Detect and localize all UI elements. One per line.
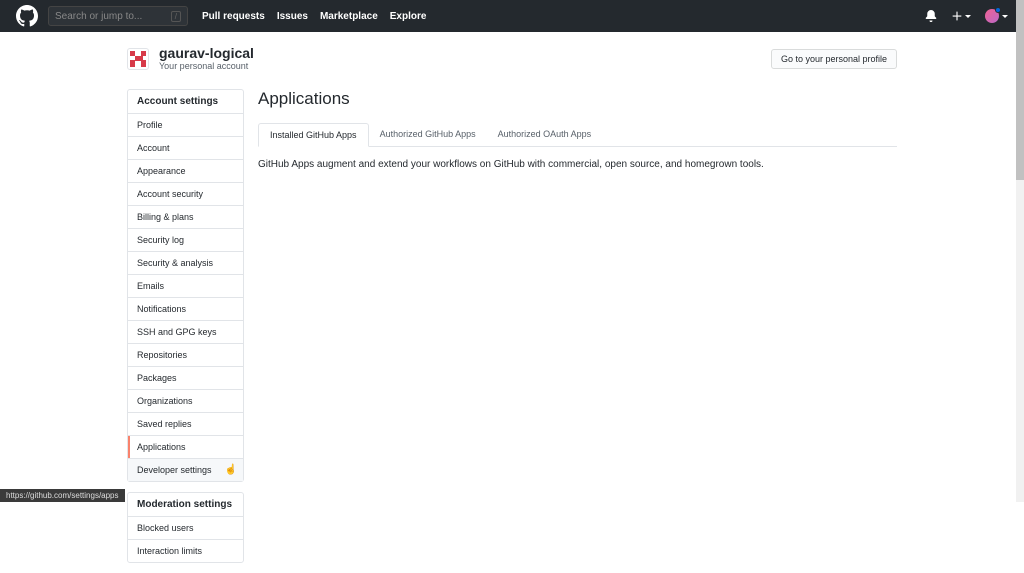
- page-title: Applications: [258, 89, 897, 109]
- main-container: gaurav-logical Your personal account Go …: [127, 32, 897, 573]
- nav-issues[interactable]: Issues: [277, 11, 308, 22]
- profile-info: gaurav-logical Your personal account: [159, 46, 254, 71]
- sidebar-section-account: Account settings Profile Account Appeara…: [127, 89, 244, 482]
- nav-links: Pull requests Issues Marketplace Explore: [202, 11, 426, 22]
- sidebar-header-moderation: Moderation settings: [128, 493, 243, 516]
- notifications-icon[interactable]: [925, 10, 937, 22]
- layout: Account settings Profile Account Appeara…: [127, 89, 897, 573]
- scrollbar-track[interactable]: [1016, 0, 1024, 502]
- sidebar-item-appearance[interactable]: Appearance: [128, 159, 243, 182]
- sidebar-item-security-analysis[interactable]: Security & analysis: [128, 251, 243, 274]
- sidebar-item-developer-settings[interactable]: Developer settings☝: [128, 458, 243, 481]
- username: gaurav-logical: [159, 46, 254, 61]
- create-menu[interactable]: [951, 10, 971, 22]
- nav-explore[interactable]: Explore: [390, 11, 427, 22]
- top-header: / Pull requests Issues Marketplace Explo…: [0, 0, 1024, 32]
- sidebar-item-applications[interactable]: Applications: [128, 435, 243, 458]
- sidebar-item-blocked-users[interactable]: Blocked users: [128, 516, 243, 539]
- identicon-icon: [127, 48, 149, 70]
- tabs: Installed GitHub Apps Authorized GitHub …: [258, 123, 897, 147]
- scrollbar-thumb[interactable]: [1016, 0, 1024, 180]
- github-logo-icon[interactable]: [16, 5, 38, 27]
- sidebar: Account settings Profile Account Appeara…: [127, 89, 244, 573]
- plus-icon: [951, 10, 963, 22]
- sidebar-item-billing[interactable]: Billing & plans: [128, 205, 243, 228]
- sidebar-section-moderation: Moderation settings Blocked users Intera…: [127, 492, 244, 563]
- profile-avatar: [127, 48, 149, 70]
- nav-marketplace[interactable]: Marketplace: [320, 11, 378, 22]
- tab-authorized-apps[interactable]: Authorized GitHub Apps: [369, 123, 487, 146]
- pointer-cursor-icon: ☝: [225, 465, 237, 476]
- tab-installed-apps[interactable]: Installed GitHub Apps: [258, 123, 369, 147]
- description: GitHub Apps augment and extend your work…: [258, 159, 897, 170]
- sidebar-header-account: Account settings: [128, 90, 243, 113]
- sidebar-item-saved-replies[interactable]: Saved replies: [128, 412, 243, 435]
- main-content: Applications Installed GitHub Apps Autho…: [258, 89, 897, 573]
- sidebar-item-packages[interactable]: Packages: [128, 366, 243, 389]
- sidebar-item-profile[interactable]: Profile: [128, 113, 243, 136]
- sidebar-item-notifications[interactable]: Notifications: [128, 297, 243, 320]
- sidebar-item-emails[interactable]: Emails: [128, 274, 243, 297]
- account-type: Your personal account: [159, 61, 254, 71]
- header-right: [925, 9, 1008, 23]
- caret-down-icon: [965, 15, 971, 18]
- user-menu[interactable]: [985, 9, 1008, 23]
- search-slash-hint: /: [171, 11, 181, 22]
- tab-authorized-oauth[interactable]: Authorized OAuth Apps: [487, 123, 603, 146]
- search-box[interactable]: /: [48, 6, 188, 26]
- sidebar-item-repositories[interactable]: Repositories: [128, 343, 243, 366]
- sidebar-item-ssh-gpg[interactable]: SSH and GPG keys: [128, 320, 243, 343]
- sidebar-item-organizations[interactable]: Organizations: [128, 389, 243, 412]
- sidebar-item-account-security[interactable]: Account security: [128, 182, 243, 205]
- avatar: [985, 9, 999, 23]
- search-input[interactable]: [55, 11, 171, 22]
- sidebar-item-account[interactable]: Account: [128, 136, 243, 159]
- sidebar-item-interaction-limits[interactable]: Interaction limits: [128, 539, 243, 562]
- caret-down-icon: [1002, 15, 1008, 18]
- nav-pull-requests[interactable]: Pull requests: [202, 11, 265, 22]
- browser-status-bar: https://github.com/settings/apps: [0, 489, 125, 502]
- notification-dot-icon: [995, 7, 1001, 13]
- profile-header: gaurav-logical Your personal account Go …: [127, 46, 897, 71]
- go-to-profile-button[interactable]: Go to your personal profile: [771, 49, 897, 69]
- sidebar-item-security-log[interactable]: Security log: [128, 228, 243, 251]
